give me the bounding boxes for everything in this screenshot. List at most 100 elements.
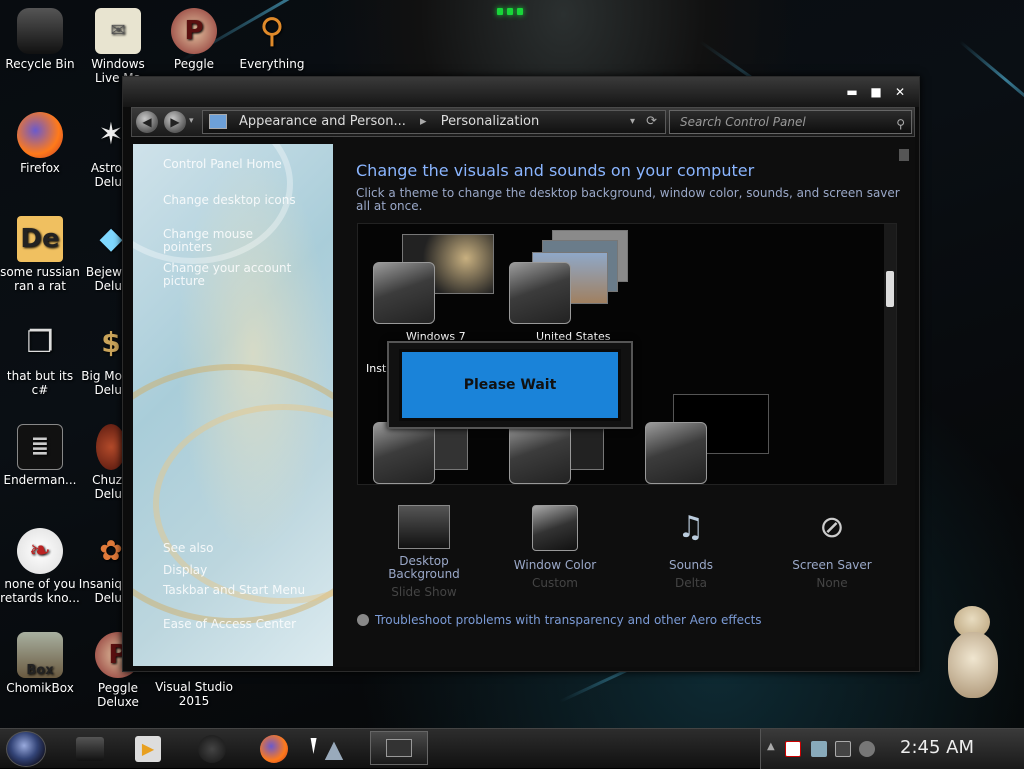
media-player-icon: ▶ (135, 736, 161, 762)
volume-icon[interactable] (859, 741, 875, 757)
window-color-value: Custom (532, 576, 578, 590)
wallpaper-streak (959, 40, 1024, 120)
desktop-icon-that-but-its-csharp[interactable]: ❐ that but its c# (0, 320, 80, 398)
antivirus-icon[interactable] (785, 741, 801, 757)
window-color-option[interactable]: Window Color Custom (500, 505, 610, 590)
ease-of-access-link[interactable]: Ease of Access Center (163, 618, 323, 631)
windows-live-mail-icon: ✉ (95, 8, 141, 54)
sounds-icon: ♫ (677, 510, 705, 545)
breadcrumb-separator-icon[interactable]: ▸ (420, 114, 427, 129)
change-account-picture-link[interactable]: Change your account picture (163, 262, 303, 288)
taskbar-app-cube[interactable] (70, 733, 110, 765)
refresh-icon[interactable]: ⟳ (646, 111, 657, 133)
network-icon[interactable] (811, 741, 827, 757)
desktop-icon-firefox[interactable]: Firefox (0, 112, 80, 175)
theme-list-scrollbar[interactable] (884, 224, 896, 484)
breadcrumb-personalization[interactable]: Personalization (441, 114, 540, 129)
desktop-icon-chomikbox[interactable]: Box ChomikBox (0, 632, 80, 695)
desktop-icon-insaniquarium[interactable]: ✿ Insaniq Delu (78, 528, 122, 606)
help-icon[interactable] (899, 149, 909, 161)
money-bag-icon: $ (101, 326, 121, 359)
console-icon: ≣ (17, 424, 63, 470)
change-desktop-icons-link[interactable]: Change desktop icons (163, 194, 303, 207)
theme-installed-3[interactable] (645, 422, 707, 484)
troubleshoot-label: Troubleshoot problems with transparency … (375, 613, 762, 627)
shark-icon: ▲ (324, 735, 344, 763)
search-input[interactable]: Search Control Panel ⚲ (669, 110, 912, 134)
forward-button[interactable]: ▶ (164, 111, 186, 133)
desktop-icon-bejeweled[interactable]: ◆ Bejew Delu (78, 216, 122, 294)
screen-saver-option[interactable]: ⊘ Screen Saver None (777, 505, 887, 590)
desktop-background-label: Desktop Background (388, 554, 460, 581)
desktop-background-icon (398, 505, 450, 549)
minimize-button[interactable]: ▬ (843, 85, 861, 99)
show-hidden-icons-button[interactable]: ▲ (767, 741, 775, 752)
window-titlebar[interactable]: ▬ ■ ✕ (123, 77, 919, 107)
desktop-icon-dino[interactable]: ❧ none of you retards kno... (0, 528, 80, 605)
insaniquarium-icon: ✿ (99, 534, 122, 567)
troubleshoot-icon (357, 614, 369, 626)
taskbar-app-firefox[interactable] (254, 733, 294, 765)
maximize-button[interactable]: ■ (867, 85, 885, 99)
sounds-label: Sounds (668, 558, 714, 572)
desktop-icon-recycle-bin[interactable]: Recycle Bin (0, 8, 80, 71)
display-link[interactable]: Display (163, 564, 207, 577)
scrollbar-thumb[interactable] (886, 271, 894, 307)
taskbar-app-shark[interactable]: ▲ (314, 733, 354, 765)
search-placeholder: Search Control Panel (680, 115, 806, 129)
firefox-icon (260, 735, 288, 763)
de-app-icon: De (17, 216, 63, 262)
recent-pages-dropdown[interactable]: ▾ (189, 116, 194, 126)
taskbar-start-menu-link[interactable]: Taskbar and Start Menu (163, 584, 323, 597)
window-color-label: Window Color (513, 558, 597, 572)
navigation-bar: ◀ ▶ ▾ Appearance and Person... ▸ Persona… (131, 107, 915, 137)
desktop-icon-astro[interactable]: ✶ Astro Delu (78, 112, 122, 190)
page-subtitle: Click a theme to change the desktop back… (356, 186, 900, 213)
screen-saver-icon: ⊘ (819, 510, 845, 545)
breadcrumb-appearance[interactable]: Appearance and Person... (239, 114, 406, 129)
back-button[interactable]: ◀ (136, 111, 158, 133)
chuzzle-icon (96, 424, 122, 470)
taskbar-app-media-player[interactable]: ▶ (128, 733, 168, 765)
start-button[interactable] (6, 731, 46, 767)
desktop-background-option[interactable]: Desktop Background Slide Show (369, 505, 479, 599)
cube-icon (76, 737, 104, 761)
desktop-icon-everything[interactable]: ⚲ Everything (232, 8, 312, 71)
troubleshoot-aero-link[interactable]: Troubleshoot problems with transparency … (357, 613, 762, 627)
peggle-icon: P (171, 8, 217, 54)
please-wait-message: Please Wait (399, 349, 621, 421)
page-title: Change the visuals and sounds on your co… (356, 161, 755, 180)
address-dropdown-icon[interactable]: ▾ (630, 111, 635, 133)
control-panel-taskbar-icon (386, 739, 412, 757)
desktop-icon-peggle[interactable]: P Peggle (154, 8, 234, 71)
display-icon[interactable] (835, 741, 851, 757)
see-also-heading: See also (163, 541, 214, 555)
desktop-icon-enderman[interactable]: ≣ Enderman... (0, 424, 80, 487)
installed-themes-heading: Inst (366, 362, 387, 375)
taskbar-app-control-panel-active[interactable] (370, 731, 428, 765)
desktop-icon-big-money[interactable]: $ Big Mo Delu (78, 320, 122, 398)
close-button[interactable]: ✕ (891, 85, 909, 99)
clock[interactable]: 2:45 AM (900, 737, 974, 758)
theme-windows7[interactable] (373, 262, 435, 324)
desktop-icon-chuzzle[interactable]: Chuz Delu (78, 424, 122, 501)
sounds-option[interactable]: ♫ Sounds Delta (636, 505, 746, 590)
change-mouse-pointers-link[interactable]: Change mouse pointers (163, 228, 303, 254)
theme-installed-1[interactable] (373, 422, 435, 484)
bejeweled-icon: ◆ (99, 221, 122, 256)
search-icon[interactable]: ⚲ (896, 113, 905, 135)
theme-united-states[interactable] (509, 262, 571, 324)
taskbar: ▶ ▲ ▲ 2:45 AM (0, 728, 1024, 769)
astro-game-icon: ✶ (98, 117, 122, 152)
address-bar[interactable]: Appearance and Person... ▸ Personalizati… (202, 110, 666, 134)
everything-search-icon: ⚲ (259, 11, 285, 51)
taskbar-app-orb[interactable] (192, 733, 232, 765)
control-panel-home-link[interactable]: Control Panel Home (163, 158, 282, 171)
desktop-background-value: Slide Show (391, 585, 457, 599)
hamster-gadget-icon[interactable] (942, 606, 1004, 706)
desktop-icon-russian[interactable]: De some russian ran a rat (0, 216, 80, 293)
control-panel-icon (209, 114, 227, 129)
recycle-bin-icon (17, 8, 63, 54)
theme-installed-2[interactable] (509, 422, 571, 484)
desktop-icon-visual-studio[interactable]: Visual Studio 2015 (154, 680, 234, 708)
